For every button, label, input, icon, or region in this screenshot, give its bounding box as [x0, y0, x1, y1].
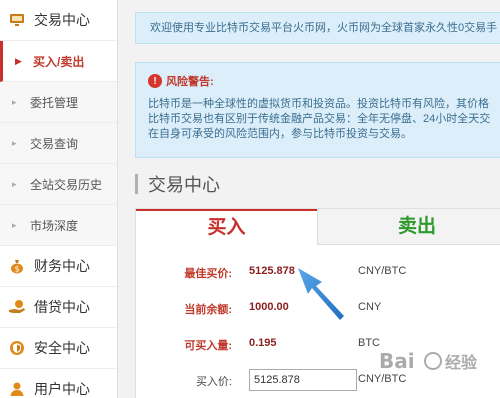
balance-unit: CNY	[358, 301, 382, 313]
chevron-right-icon: ▸	[12, 137, 17, 148]
risk-warning-line: 比特币交易也有区别于传统金融产品交易：全年无停盘、24小时全天交	[148, 113, 491, 125]
risk-warning-title-text: 风险警告:	[166, 76, 214, 88]
sidebar-label: 借贷中心	[34, 299, 90, 315]
main-content: 欢迎使用专业比特币交易平台火币网，火币网为全球首家永久性0交易手 ! 风险警告:…	[119, 0, 500, 398]
sidebar-item-market-depth[interactable]: ▸ 市场深度	[0, 205, 117, 246]
best-price-label: 最佳买价:	[184, 268, 232, 280]
sidebar-label: 买入/卖出	[33, 54, 85, 69]
buy-price-input[interactable]	[249, 369, 357, 391]
sidebar-item-order-manage[interactable]: ▸ 委托管理	[0, 82, 117, 123]
shield-icon	[8, 339, 26, 357]
sidebar-item-user-center[interactable]: 用户中心	[0, 369, 117, 398]
sidebar-label: 用户中心	[34, 381, 90, 397]
balance-value: 1000.00	[249, 301, 289, 313]
sidebar-item-trade-center[interactable]: 交易中心	[0, 0, 117, 41]
sidebar-label: 全站交易历史	[30, 177, 103, 192]
welcome-banner: 欢迎使用专业比特币交易平台火币网，火币网为全球首家永久性0交易手	[135, 12, 500, 44]
sidebar-label: 交易中心	[34, 12, 90, 28]
monitor-icon	[8, 11, 26, 29]
tab-buy[interactable]: 买入	[136, 209, 317, 245]
sidebar-item-trade-query[interactable]: ▸ 交易查询	[0, 123, 117, 164]
sidebar-label: 委托管理	[30, 95, 79, 110]
section-heading: 交易中心	[135, 172, 220, 196]
risk-warning-line: 在自身可承受的风险范围内，参与比特币投资与交易。	[148, 128, 412, 140]
sidebar-item-security-center[interactable]: 安全中心	[0, 328, 117, 369]
hand-coin-icon	[8, 298, 26, 316]
risk-warning-panel: ! 风险警告: 比特币是一种全球性的虚拟货币和投资品。投资比特币有风险，其价格 …	[135, 62, 500, 158]
sidebar-label: 市场深度	[30, 218, 79, 233]
best-price-value[interactable]: 5125.878	[249, 265, 295, 277]
annotation-arrow-icon	[298, 268, 344, 320]
sidebar-item-finance-center[interactable]: $ 财务中心	[0, 246, 117, 287]
buyable-value: 0.195	[249, 337, 277, 349]
sidebar-label: 财务中心	[34, 258, 90, 274]
alert-icon: !	[148, 74, 162, 88]
svg-text:Bai: Bai	[379, 349, 415, 373]
chevron-right-icon: ▸	[12, 96, 17, 107]
chevron-right-icon: ▶	[15, 55, 22, 66]
balance-label: 当前余额:	[184, 304, 232, 316]
sidebar-item-site-history[interactable]: ▸ 全站交易历史	[0, 164, 117, 205]
svg-text:经验: 经验	[445, 353, 478, 372]
sidebar-item-loan-center[interactable]: 借贷中心	[0, 287, 117, 328]
section-heading-text: 交易中心	[148, 175, 220, 195]
section-heading-bar	[135, 174, 138, 194]
user-icon	[8, 380, 26, 398]
buyable-label: 可买入量:	[184, 340, 232, 352]
risk-warning-title: ! 风险警告:	[148, 73, 500, 89]
chevron-right-icon: ▸	[12, 178, 17, 189]
sidebar: 交易中心 ▶ 买入/卖出 ▸ 委托管理 ▸ 交易查询 ▸ 全站交易历史 ▸ 市场…	[0, 0, 118, 398]
money-bag-icon: $	[8, 257, 26, 275]
page: 交易中心 ▶ 买入/卖出 ▸ 委托管理 ▸ 交易查询 ▸ 全站交易历史 ▸ 市场…	[0, 0, 500, 398]
watermark: Bai 经验	[375, 344, 495, 390]
svg-text:$: $	[14, 265, 19, 274]
buy-price-label: 买入价:	[195, 376, 232, 388]
sidebar-label: 安全中心	[34, 340, 90, 356]
sidebar-label: 交易查询	[30, 136, 79, 151]
tab-sell[interactable]: 卖出	[317, 209, 500, 245]
risk-warning-line: 比特币是一种全球性的虚拟货币和投资品。投资比特币有风险，其价格	[148, 98, 489, 110]
best-price-unit: CNY/BTC	[358, 265, 407, 277]
sidebar-item-buy-sell[interactable]: ▶ 买入/卖出	[0, 41, 117, 82]
chevron-right-icon: ▸	[12, 219, 17, 230]
